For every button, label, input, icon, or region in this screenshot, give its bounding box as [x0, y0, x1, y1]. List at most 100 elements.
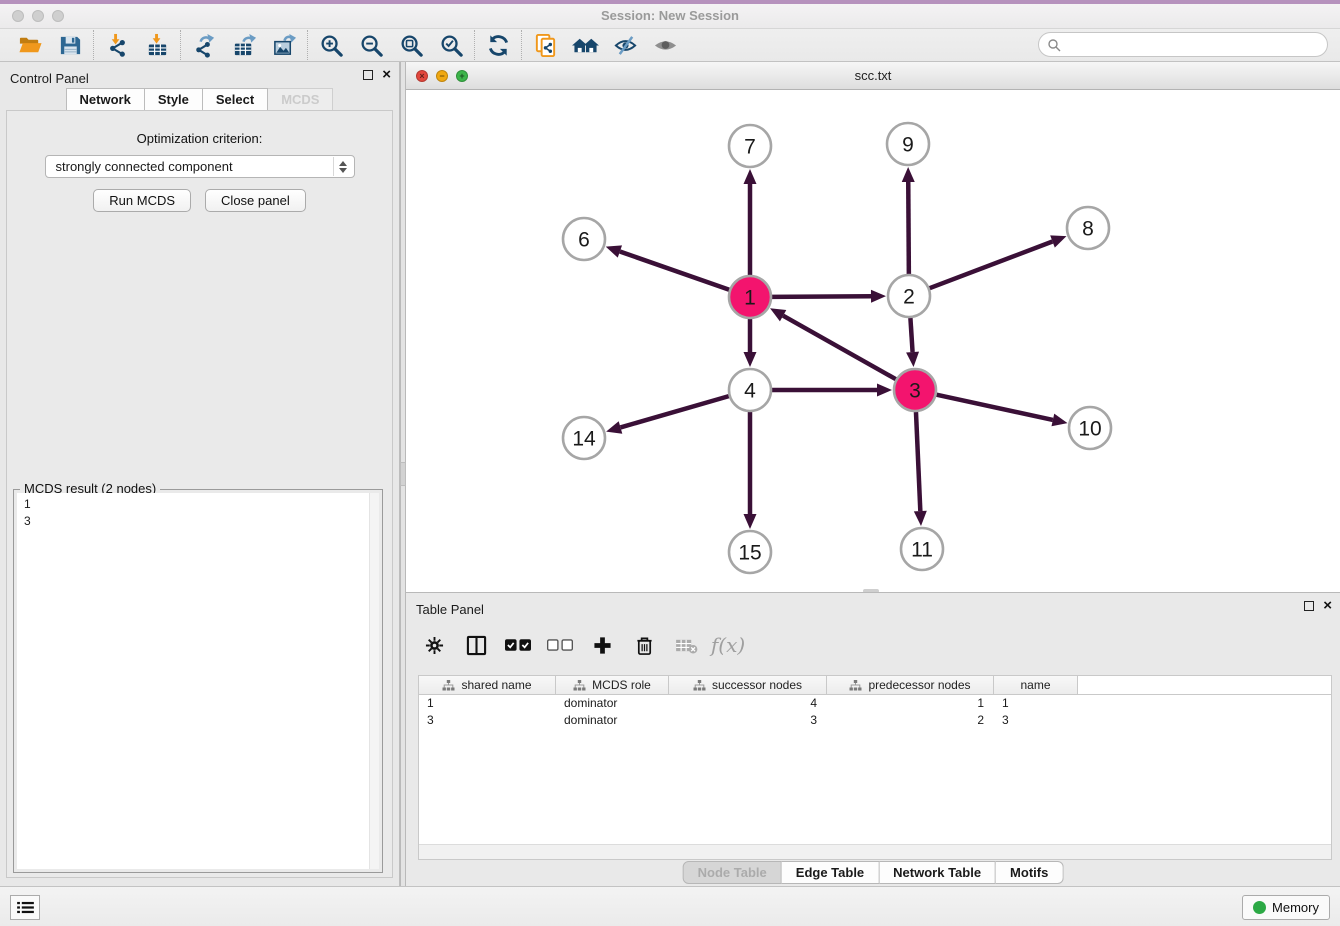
close-panel-button[interactable]: Close panel	[205, 189, 306, 212]
zoom-selected-icon[interactable]	[431, 30, 471, 60]
memory-button[interactable]: Memory	[1242, 895, 1330, 920]
graph-edge-3-1[interactable]	[783, 316, 896, 380]
graph-edge-2-3[interactable]	[910, 318, 912, 352]
tab-style[interactable]: Style	[145, 88, 203, 110]
tab-node-table[interactable]: Node Table	[683, 861, 782, 884]
zoom-in-icon[interactable]	[311, 30, 351, 60]
table-cell-name[interactable]: 1	[994, 695, 1078, 712]
table-cell-shared-name[interactable]: 3	[419, 712, 556, 729]
zoom-out-icon[interactable]	[351, 30, 391, 60]
table-cell-mcds-role[interactable]: dominator	[556, 695, 669, 712]
delete-table-icon[interactable]	[670, 629, 702, 661]
column-header-label: shared name	[461, 678, 531, 692]
tab-edge-table[interactable]: Edge Table	[782, 861, 879, 884]
column-header-shared-name[interactable]: shared name	[419, 676, 556, 694]
table-cell-predecessor-nodes[interactable]: 1	[827, 695, 994, 712]
mcds-result-text[interactable]: 13	[17, 493, 379, 869]
graph-edge-arrowhead	[1051, 414, 1067, 427]
run-mcds-button[interactable]: Run MCDS	[93, 189, 191, 212]
column-hierarchy-icon	[849, 680, 862, 691]
column-header-label: successor nodes	[712, 678, 802, 692]
graph-node-label: 2	[903, 286, 915, 309]
import-network-icon[interactable]	[97, 30, 137, 60]
graph-edge-3-10[interactable]	[936, 395, 1052, 420]
refresh-layout-icon[interactable]	[478, 30, 518, 60]
criterion-selected-value: strongly connected component	[56, 159, 233, 174]
mcds-result-line: 1	[24, 496, 379, 513]
table-horizontal-scrollbar[interactable]	[419, 844, 1331, 859]
column-header-successor-nodes[interactable]: successor nodes	[669, 676, 827, 694]
criterion-select[interactable]: strongly connected component	[45, 155, 355, 178]
toolbar-separator	[521, 30, 522, 60]
network-view-window: ×−+ scc.txt 7968124314101511	[406, 62, 1340, 592]
graph-edge-4-14[interactable]	[621, 396, 729, 427]
control-panel-close-icon[interactable]: ×	[382, 70, 391, 80]
result-scrollbar[interactable]	[369, 493, 379, 869]
column-header-predecessor-nodes[interactable]: predecessor nodes	[827, 676, 994, 694]
graph-edge-1-2[interactable]	[772, 296, 871, 297]
delete-column-trash-icon[interactable]	[628, 629, 660, 661]
import-table-icon[interactable]	[137, 30, 177, 60]
network-window-titlebar[interactable]: ×−+ scc.txt	[406, 62, 1340, 90]
graph-edge-arrowhead	[744, 169, 757, 184]
save-session-icon[interactable]	[50, 30, 90, 60]
app-title: Session: New Session	[0, 8, 1340, 23]
tab-select[interactable]: Select	[203, 88, 268, 110]
show-columns-icon[interactable]	[460, 629, 492, 661]
graph-edge-arrowhead	[871, 290, 886, 303]
control-panel-float-icon[interactable]	[363, 70, 373, 80]
export-table-icon[interactable]	[224, 30, 264, 60]
graph-edge-arrowhead	[902, 167, 915, 182]
graph-edge-3-11[interactable]	[916, 412, 920, 511]
export-image-icon[interactable]	[264, 30, 304, 60]
column-header-mcds-role[interactable]: MCDS role	[556, 676, 669, 694]
clone-network-icon[interactable]	[525, 30, 565, 60]
tab-network-table[interactable]: Network Table	[879, 861, 996, 884]
task-history-button[interactable]	[10, 895, 40, 920]
column-header-filler	[1078, 676, 1331, 694]
table-row[interactable]: 3dominator323	[419, 712, 1331, 729]
add-column-icon[interactable]	[586, 629, 618, 661]
column-header-label: MCDS role	[592, 678, 651, 692]
graph-edge-1-6[interactable]	[620, 252, 729, 290]
mcds-result-group: MCDS result (2 nodes) 13	[13, 489, 383, 873]
graph-edge-2-9[interactable]	[908, 182, 909, 274]
hide-graphics-details-icon[interactable]	[605, 30, 645, 60]
optimization-criterion-label: Optimization criterion:	[7, 131, 392, 146]
table-panel-float-icon[interactable]	[1304, 601, 1314, 611]
tab-network[interactable]: Network	[66, 88, 145, 110]
search-box[interactable]	[1038, 32, 1328, 57]
tab-mcds[interactable]: MCDS	[268, 88, 333, 110]
table-cell-shared-name[interactable]: 1	[419, 695, 556, 712]
tab-motifs[interactable]: Motifs	[996, 861, 1063, 884]
show-graphics-details-icon[interactable]	[645, 30, 685, 60]
table-toolbar: f(x)	[418, 625, 744, 665]
select-all-icon[interactable]	[502, 629, 534, 661]
network-canvas[interactable]: 7968124314101511	[406, 90, 1340, 591]
combo-stepper-icon	[333, 157, 353, 176]
zoom-fit-icon[interactable]	[391, 30, 431, 60]
graph-node-label: 15	[738, 542, 761, 565]
table-cell-successor-nodes[interactable]: 3	[669, 712, 827, 729]
column-header-label: name	[1020, 678, 1050, 692]
node-table-header: shared name MCDS role successor nodes prede…	[419, 676, 1331, 695]
table-cell-successor-nodes[interactable]: 4	[669, 695, 827, 712]
table-row[interactable]: 1dominator411	[419, 695, 1331, 712]
table-cell-name[interactable]: 3	[994, 712, 1078, 729]
function-builder-icon[interactable]: f(x)	[712, 629, 744, 661]
table-cell-mcds-role[interactable]: dominator	[556, 712, 669, 729]
table-panel-close-icon[interactable]: ×	[1323, 601, 1332, 611]
toolbar-separator	[307, 30, 308, 60]
table-cell-predecessor-nodes[interactable]: 2	[827, 712, 994, 729]
table-settings-gear-icon[interactable]	[418, 629, 450, 661]
graph-edge-2-8[interactable]	[930, 241, 1053, 288]
export-network-icon[interactable]	[184, 30, 224, 60]
memory-label: Memory	[1272, 900, 1319, 915]
network-graph: 7968124314101511	[406, 90, 1340, 591]
home-layout-icon[interactable]	[565, 30, 605, 60]
search-input[interactable]	[1065, 35, 1327, 55]
deselect-all-icon[interactable]	[544, 629, 576, 661]
open-file-icon[interactable]	[10, 30, 50, 60]
column-header-name[interactable]: name	[994, 676, 1078, 694]
table-panel-title: Table Panel	[416, 602, 484, 617]
